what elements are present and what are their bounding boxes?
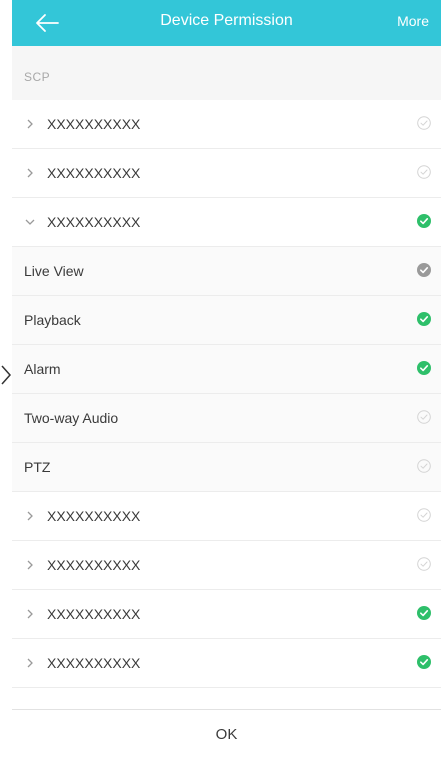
device-group-row[interactable]: XXXXXXXXXX: [12, 198, 441, 247]
check-circle-icon[interactable]: [417, 263, 431, 277]
permission-row[interactable]: PTZ: [12, 443, 441, 492]
row-label: Two-way Audio: [24, 410, 119, 426]
check-circle-icon[interactable]: [417, 606, 431, 620]
more-button[interactable]: More: [397, 13, 429, 29]
chevron-right-icon: [0, 360, 12, 390]
check-circle-outline-icon[interactable]: [417, 459, 431, 473]
check-circle-outline-icon[interactable]: [417, 557, 431, 571]
row-label: XXXXXXXXXX: [47, 655, 141, 671]
check-circle-icon[interactable]: [417, 655, 431, 669]
check-circle-icon[interactable]: [417, 312, 431, 326]
chevron-right-icon: [24, 607, 36, 619]
row-label: XXXXXXXXXX: [47, 508, 141, 524]
permission-row[interactable]: Two-way Audio: [12, 394, 441, 443]
device-group-row[interactable]: XXXXXXXXXX: [12, 492, 441, 541]
row-label: XXXXXXXXXX: [47, 165, 141, 181]
row-label: Playback: [24, 312, 81, 328]
device-group-row[interactable]: XXXXXXXXXX: [12, 149, 441, 198]
row-label: PTZ: [24, 459, 51, 475]
chevron-right-icon: [24, 558, 36, 570]
row-label: XXXXXXXXXX: [47, 214, 141, 230]
chevron-right-icon: [24, 166, 36, 178]
check-circle-icon[interactable]: [417, 361, 431, 375]
check-circle-outline-icon[interactable]: [417, 165, 431, 179]
device-group-row[interactable]: XXXXXXXXXX: [12, 541, 441, 590]
row-label: XXXXXXXXXX: [47, 557, 141, 573]
permission-row[interactable]: Live View: [12, 247, 441, 296]
check-circle-outline-icon[interactable]: [417, 508, 431, 522]
check-circle-icon[interactable]: [417, 214, 431, 228]
permission-row[interactable]: Alarm: [12, 345, 441, 394]
permission-row[interactable]: Playback: [12, 296, 441, 345]
page-title: Device Permission: [160, 12, 293, 29]
row-label: XXXXXXXXXX: [47, 116, 141, 132]
device-group-row[interactable]: XXXXXXXXXX: [12, 639, 441, 688]
permission-list: XXXXXXXXXX XXXXXXXXXX XXXXXXXXXX Live View P…: [12, 100, 441, 688]
row-label: Live View: [24, 263, 84, 279]
app-header: Device Permission More: [12, 0, 441, 46]
section-header: SCP: [12, 46, 441, 100]
ok-button[interactable]: OK: [12, 726, 441, 743]
device-group-row[interactable]: XXXXXXXXXX: [12, 100, 441, 149]
chevron-right-icon: [24, 656, 36, 668]
row-label: Alarm: [24, 361, 61, 377]
chevron-down-icon: [24, 215, 36, 227]
device-group-row[interactable]: XXXXXXXXXX: [12, 590, 441, 639]
check-circle-outline-icon[interactable]: [417, 116, 431, 130]
row-label: XXXXXXXXXX: [47, 606, 141, 622]
chevron-right-icon: [24, 509, 36, 521]
check-circle-outline-icon[interactable]: [417, 410, 431, 424]
chevron-right-icon: [24, 117, 36, 129]
footer-bar: OK: [12, 709, 441, 762]
